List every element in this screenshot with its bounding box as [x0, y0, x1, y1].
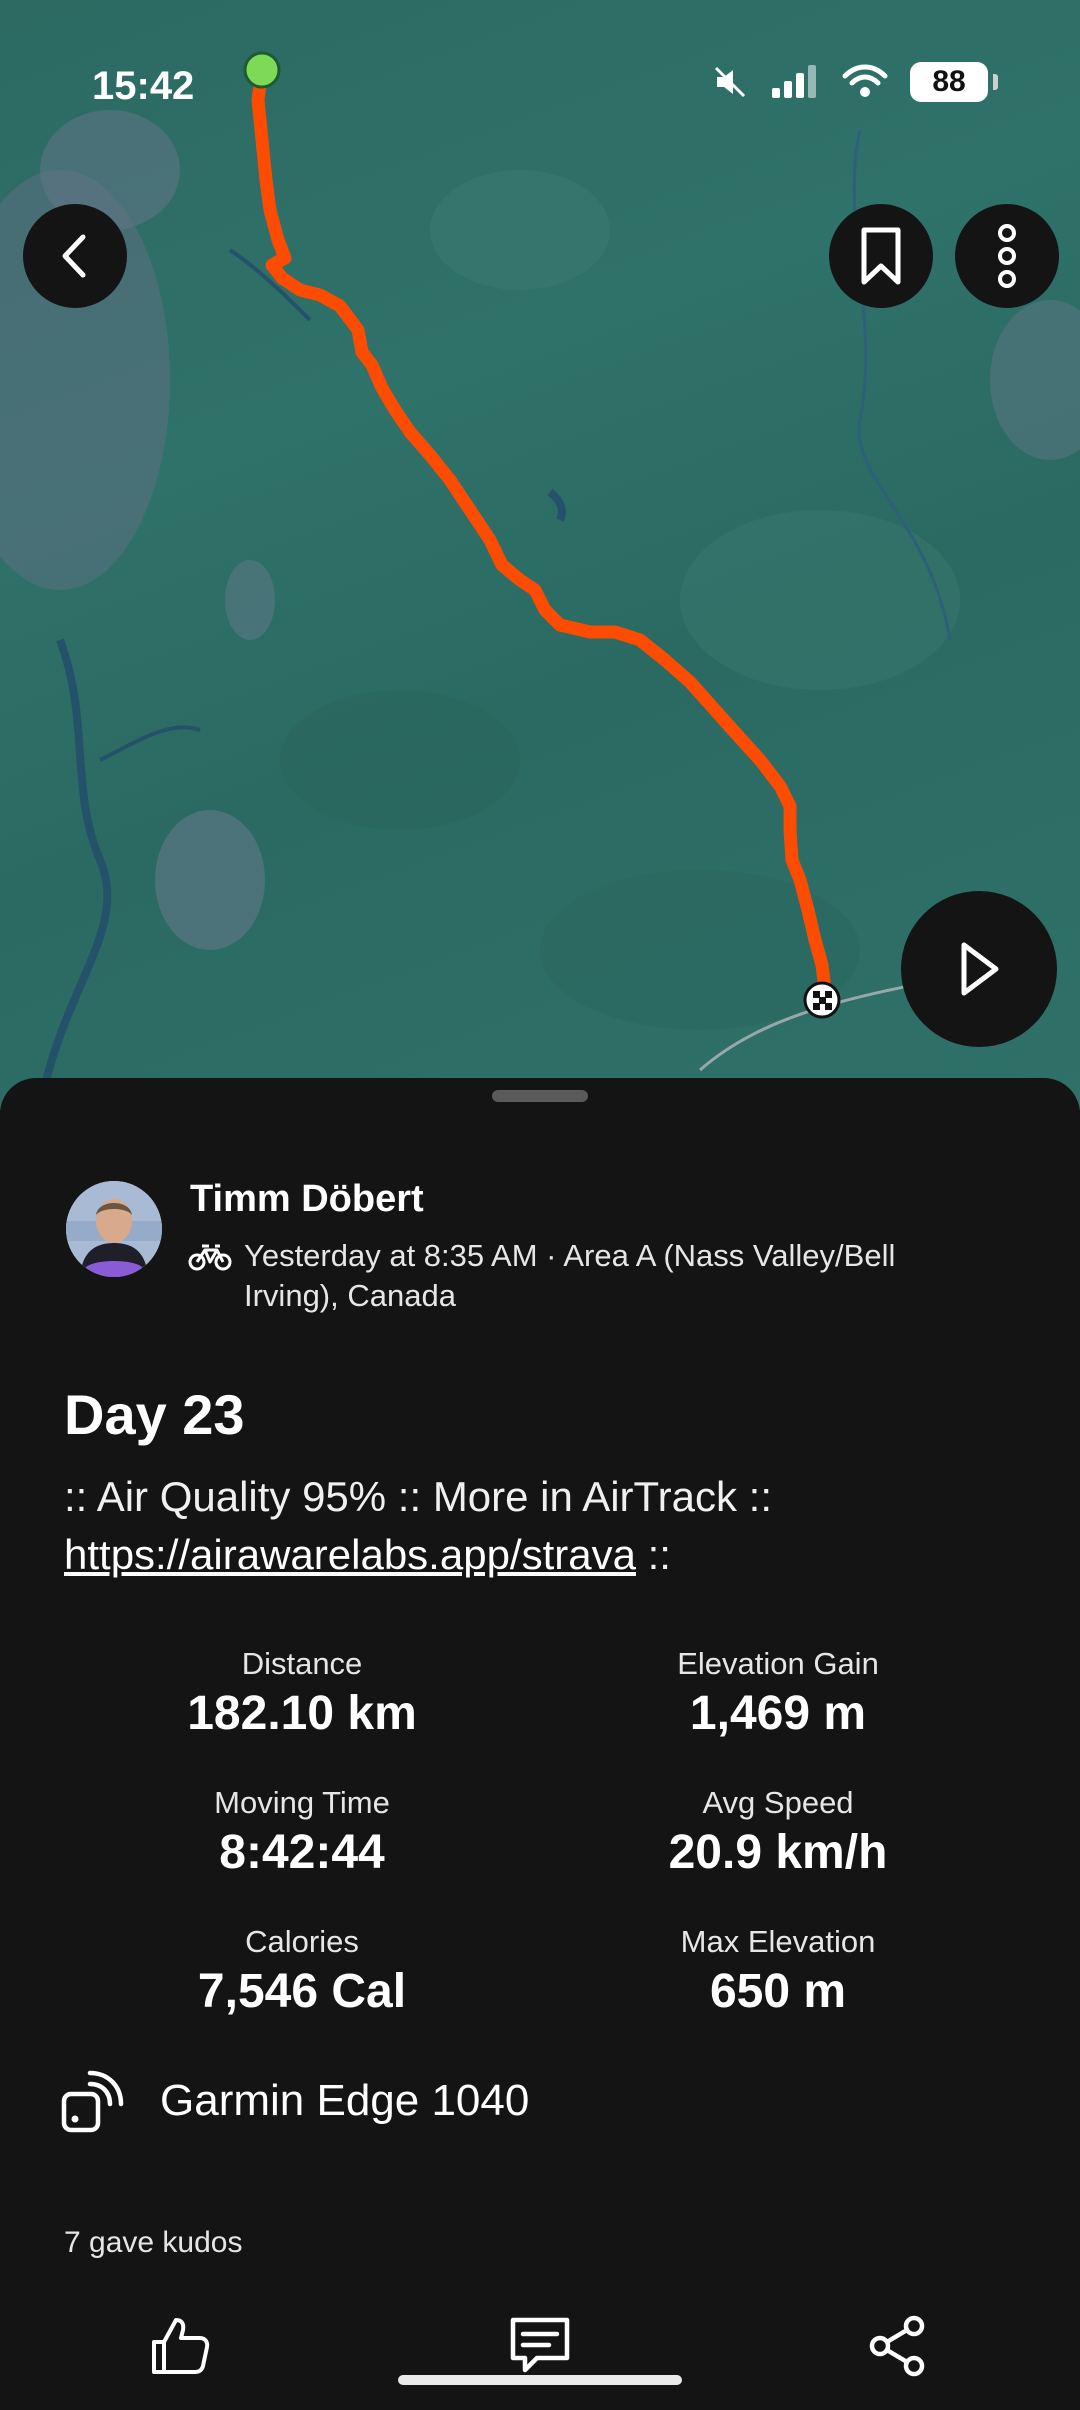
share-button[interactable] — [858, 2306, 938, 2386]
kudos-button[interactable] — [140, 2306, 220, 2386]
stat-value: 8:42:44 — [219, 1826, 385, 1879]
comment-button[interactable] — [500, 2306, 580, 2386]
more-options-button[interactable] — [955, 204, 1059, 308]
activity-sheet: Timm Döbert Yesterday at 8:35 AM · Area … — [0, 1078, 1080, 2410]
stat-value: 20.9 km/h — [668, 1826, 888, 1879]
kudos-count[interactable]: 7 gave kudos — [64, 2226, 242, 2260]
comment-icon — [510, 2317, 570, 2373]
description-text: :: Air Quality 95% :: More in AirTrack :… — [64, 1473, 772, 1520]
back-button[interactable] — [23, 204, 127, 308]
stat-label: Avg Speed — [702, 1785, 854, 1820]
stat-value: 1,469 m — [689, 1687, 867, 1740]
battery-indicator: 88 — [910, 62, 998, 102]
sheet-grab-handle[interactable] — [492, 1090, 588, 1102]
bookmark-button[interactable] — [829, 204, 933, 308]
more-vertical-icon — [998, 224, 1016, 288]
play-flyover-button[interactable] — [901, 891, 1057, 1047]
status-icons: 88 — [712, 62, 998, 102]
activity-description: :: Air Quality 95% :: More in AirTrack :… — [64, 1468, 1024, 1584]
stat-label: Max Elevation — [680, 1924, 876, 1959]
stat-value: 182.10 km — [187, 1687, 417, 1740]
home-indicator[interactable] — [398, 2375, 682, 2385]
stat-label: Calories — [245, 1924, 359, 1959]
stat-label: Elevation Gain — [677, 1646, 879, 1681]
stat-avg-speed: Avg Speed 20.9 km/h — [568, 1785, 988, 1880]
activity-date-location: Yesterday at 8:35 AM · Area A (Nass Vall… — [244, 1238, 896, 1313]
wifi-icon — [842, 64, 888, 97]
stat-moving-time: Moving Time 8:42:44 — [92, 1785, 512, 1880]
activity-title: Day 23 — [64, 1383, 245, 1446]
stat-value: 7,546 Cal — [197, 1965, 407, 2018]
athlete-photo — [66, 1181, 162, 1277]
thumbs-up-icon — [152, 2318, 210, 2374]
description-link[interactable]: https://airawarelabs.app/strava — [64, 1531, 636, 1578]
device-row[interactable]: Garmin Edge 1040 — [60, 2068, 529, 2134]
play-icon — [961, 942, 999, 996]
bike-icon — [188, 1244, 232, 1271]
avatar[interactable] — [66, 1181, 162, 1277]
device-sync-icon — [61, 2070, 124, 2133]
description-suffix: :: — [635, 1531, 671, 1578]
stat-label: Distance — [241, 1646, 363, 1681]
athlete-name[interactable]: Timm Döbert — [190, 1178, 424, 1221]
mute-icon — [714, 66, 746, 98]
status-time: 15:42 — [92, 64, 195, 108]
stat-calories: Calories 7,546 Cal — [92, 1924, 512, 2019]
bookmark-icon — [861, 227, 901, 285]
stat-elevation-gain: Elevation Gain 1,469 m — [568, 1646, 988, 1741]
activity-meta: Yesterday at 8:35 AM · Area A (Nass Vall… — [188, 1236, 988, 1316]
route-map[interactable]: 15:42 88 — [0, 0, 1080, 1110]
stat-value: 650 m — [709, 1965, 847, 2018]
stat-label: Moving Time — [214, 1785, 390, 1820]
stat-max-elevation: Max Elevation 650 m — [568, 1924, 988, 2019]
action-bar — [0, 2306, 1080, 2386]
chevron-left-icon — [62, 234, 86, 278]
status-bar: 15:42 88 — [0, 58, 1080, 118]
share-icon — [869, 2315, 925, 2377]
signal-icon — [772, 65, 816, 98]
stat-distance: Distance 182.10 km — [92, 1646, 512, 1741]
device-name: Garmin Edge 1040 — [160, 2076, 530, 2125]
